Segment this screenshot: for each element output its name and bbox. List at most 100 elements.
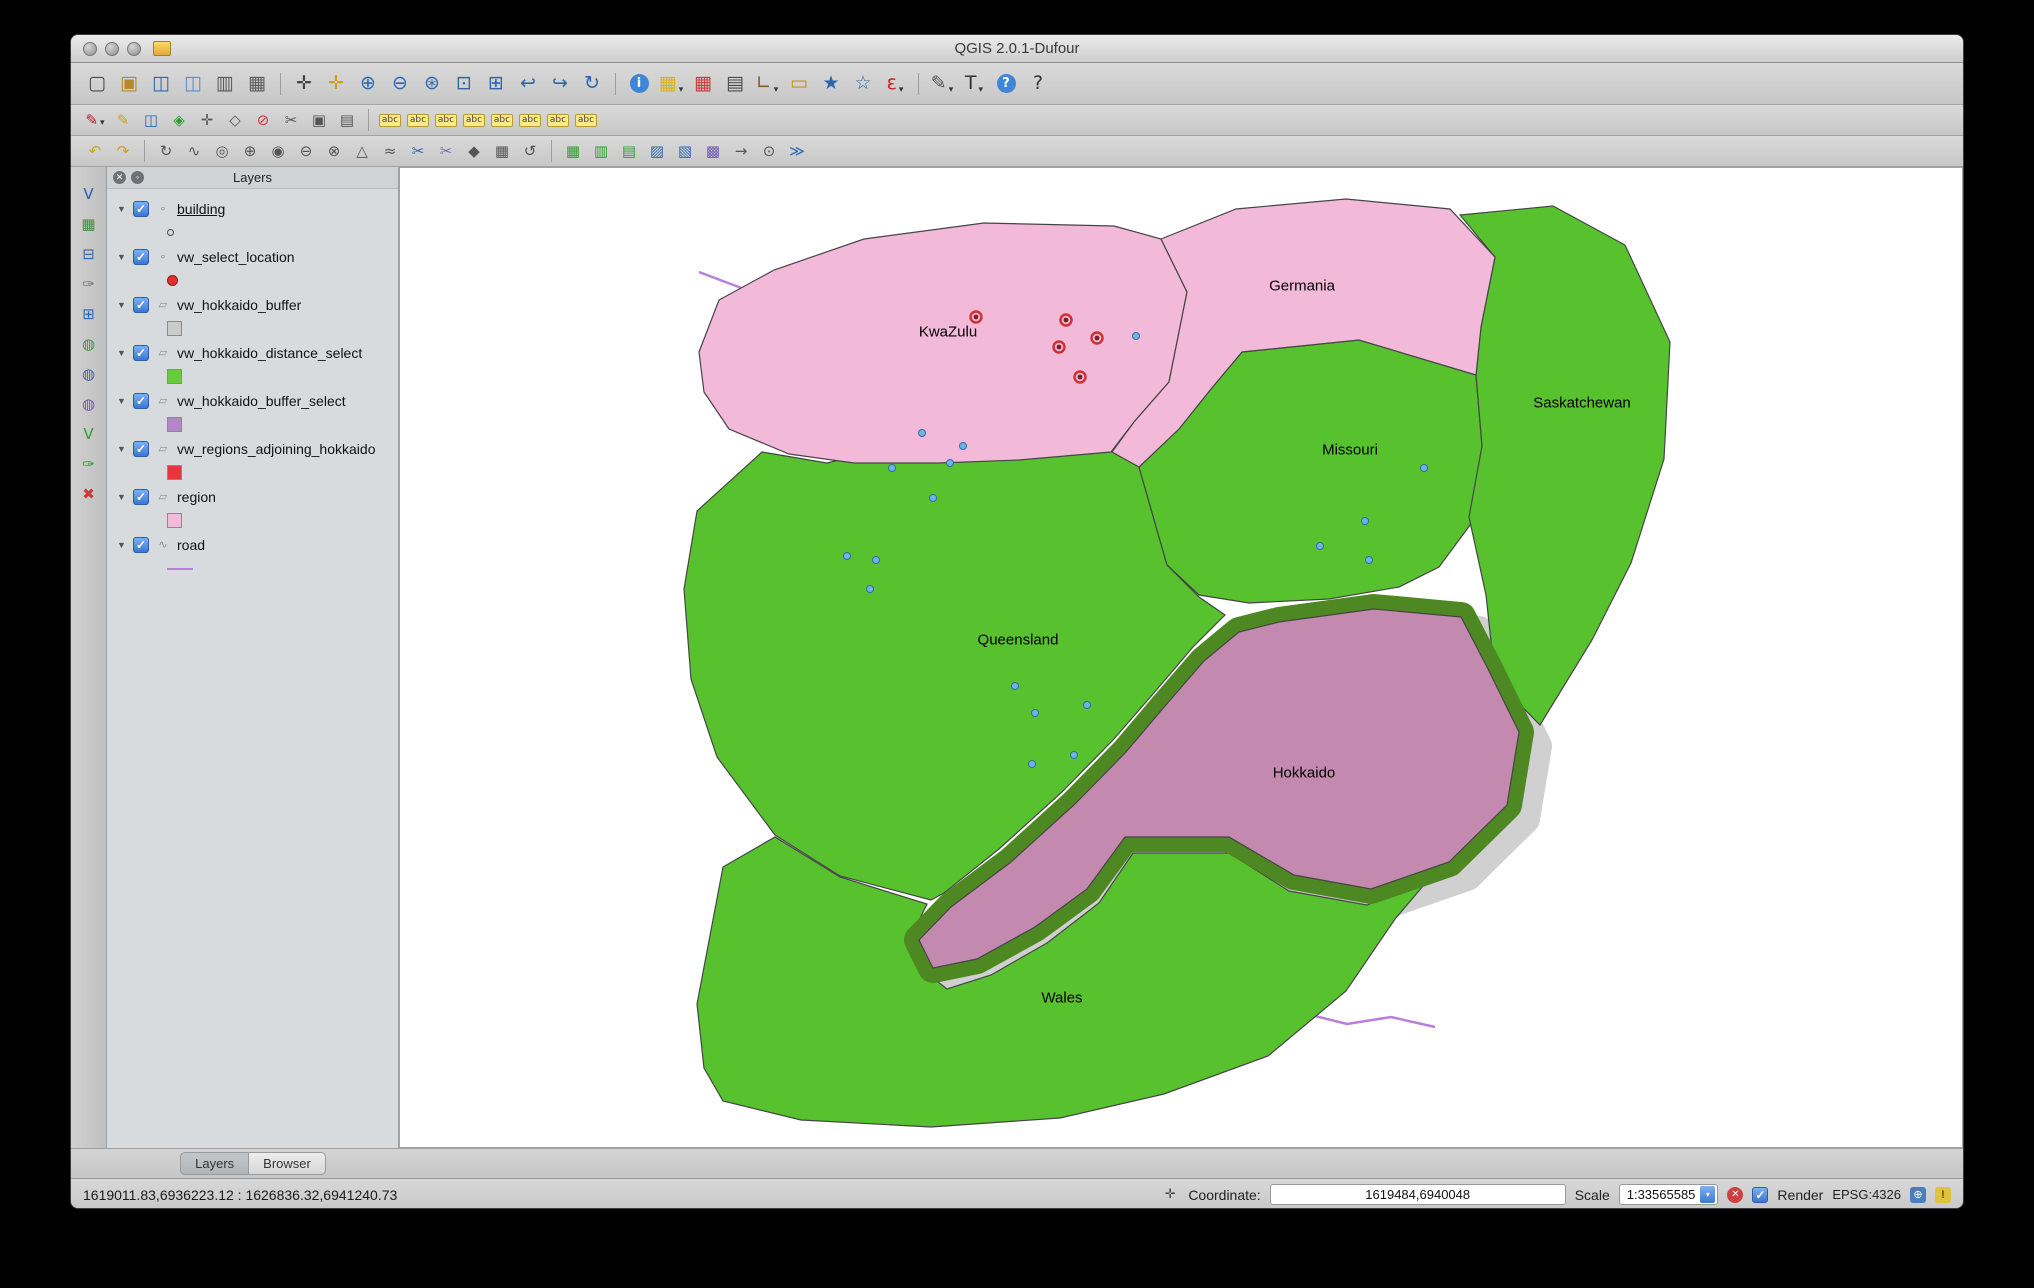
label-move-icon[interactable]: abc — [405, 108, 431, 132]
labeling-icon[interactable]: abc — [377, 108, 403, 132]
render-checkbox[interactable]: ✓ — [1752, 1186, 1769, 1203]
delete-selected-icon[interactable]: ⊘ — [250, 108, 276, 132]
crs-status-icon[interactable]: ⊕ — [1910, 1186, 1926, 1203]
zoom-last-icon[interactable]: ↩ — [513, 69, 543, 99]
new-shapefile-layer-icon[interactable]: V — [75, 421, 103, 447]
layer-visibility-checkbox[interactable]: ✓ — [133, 200, 149, 217]
text-annotation-icon[interactable]: T ▾ — [959, 69, 989, 99]
new-spatialite-layer-icon[interactable]: ✑ — [75, 451, 103, 477]
add-ring-icon[interactable]: ◎ — [209, 139, 235, 163]
layer-visibility-checkbox[interactable]: ✓ — [133, 296, 149, 313]
stop-render-icon[interactable]: ✕ — [1727, 1186, 1744, 1203]
delete-part-icon[interactable]: ⊗ — [321, 139, 347, 163]
zoom-to-selection-icon[interactable]: ⊡ — [449, 69, 479, 99]
layer-visibility-checkbox[interactable]: ✓ — [133, 536, 149, 553]
merge-features-icon[interactable]: ◆ — [461, 139, 487, 163]
label-rotate-icon[interactable]: abc — [433, 108, 459, 132]
disclosure-triangle-icon[interactable]: ▼ — [117, 540, 127, 550]
current-edits-icon[interactable]: ✎ ▾ — [82, 108, 108, 132]
delete-ring-icon[interactable]: ⊖ — [293, 139, 319, 163]
new-bookmark-icon[interactable]: ★ — [816, 69, 846, 99]
composer-manager-icon[interactable]: ▦ — [242, 69, 272, 99]
add-wfs-layer-icon[interactable]: ◍ — [75, 391, 103, 417]
merge-attributes-icon[interactable]: ▦ — [489, 139, 515, 163]
file-new-icon[interactable]: ▢ — [82, 69, 112, 99]
minimize-window-icon[interactable] — [105, 42, 119, 56]
cut-features-icon[interactable]: ✂ — [278, 108, 304, 132]
pan-to-selection-icon[interactable]: ✛ — [321, 69, 351, 99]
label-properties-icon[interactable]: abc — [573, 108, 599, 132]
layer-item-vw_hokkaido_distance_select[interactable]: ▼ ✓ ▱ vw_hokkaido_distance_select — [111, 341, 394, 364]
zoom-full-icon[interactable]: ⊛ — [417, 69, 447, 99]
mouse-position-icon[interactable]: ✛ — [1161, 1186, 1179, 1204]
paste-features-icon[interactable]: ▤ — [334, 108, 360, 132]
add-raster-layer-icon[interactable]: ▦ — [75, 211, 103, 237]
help-icon[interactable]: ? — [991, 69, 1021, 99]
save-project-as-icon[interactable]: ◫ — [178, 69, 208, 99]
add-wms-layer-icon[interactable]: ◍ — [75, 331, 103, 357]
rotate-point-symbols-icon[interactable]: ↺ — [517, 139, 543, 163]
label-preferences-icon[interactable]: abc — [545, 108, 571, 132]
layer-symbol-vw_hokkaido_distance_select[interactable] — [111, 364, 394, 389]
refresh-icon[interactable]: ↻ — [577, 69, 607, 99]
add-part-icon[interactable]: ⊕ — [237, 139, 263, 163]
layer-item-road[interactable]: ▼ ✓ ∿ road — [111, 533, 394, 556]
region-kwazulu[interactable] — [698, 222, 1188, 464]
disclosure-triangle-icon[interactable]: ▼ — [117, 204, 127, 214]
show-bookmarks-icon[interactable]: ☆ — [848, 69, 878, 99]
layer-symbol-building[interactable] — [111, 220, 394, 245]
title-bar[interactable]: QGIS 2.0.1-Dufour — [71, 35, 1963, 63]
python-console-icon[interactable]: ≫ — [784, 139, 810, 163]
whats-this-icon[interactable]: ? — [1023, 69, 1053, 99]
file-open-icon[interactable]: ▣ — [114, 69, 144, 99]
layer-visibility-checkbox[interactable]: ✓ — [133, 344, 149, 361]
labeling-expression-icon[interactable]: ε ▾ — [880, 69, 910, 99]
copy-features-icon[interactable]: ▣ — [306, 108, 332, 132]
maximize-window-icon[interactable] — [127, 42, 141, 56]
raster-stretch-icon[interactable]: ▦ — [560, 139, 586, 163]
save-layer-edits-icon[interactable]: ◫ — [138, 108, 164, 132]
zoom-to-layer-icon[interactable]: ⊞ — [481, 69, 511, 99]
label-pin-icon[interactable]: abc — [461, 108, 487, 132]
map-canvas[interactable]: KwaZulu Germania Missouri Saskatchewan Q… — [399, 167, 1963, 1148]
terrain-analysis-icon[interactable]: ▩ — [700, 139, 726, 163]
zoom-next-icon[interactable]: ↪ — [545, 69, 575, 99]
select-features-icon[interactable]: ▦ ▾ — [656, 69, 686, 99]
layer-item-region[interactable]: ▼ ✓ ▱ region — [111, 485, 394, 508]
label-change-icon[interactable]: abc — [517, 108, 543, 132]
layer-symbol-road[interactable] — [111, 556, 394, 581]
disclosure-triangle-icon[interactable]: ▼ — [117, 396, 127, 406]
zoom-out-icon[interactable]: ⊖ — [385, 69, 415, 99]
layer-symbol-vw_select_location[interactable] — [111, 268, 394, 293]
layer-visibility-checkbox[interactable]: ✓ — [133, 488, 149, 505]
attribute-table-icon[interactable]: ▤ — [720, 69, 750, 99]
simplify-feature-icon[interactable]: ∿ — [181, 139, 207, 163]
remove-layer-icon[interactable]: ✖ — [75, 481, 103, 507]
add-postgis-layer-icon[interactable]: ⊟ — [75, 241, 103, 267]
deselect-features-icon[interactable]: ▦ — [688, 69, 718, 99]
panel-close-icon[interactable]: ✕ — [113, 171, 126, 184]
layer-symbol-vw_regions_adjoining_hokkaido[interactable] — [111, 460, 394, 485]
local-histogram-stretch-icon[interactable]: ▤ — [616, 139, 642, 163]
tab-browser[interactable]: Browser — [249, 1152, 326, 1175]
layer-item-vw_regions_adjoining_hokkaido[interactable]: ▼ ✓ ▱ vw_regions_adjoining_hokkaido — [111, 437, 394, 460]
layer-symbol-vw_hokkaido_buffer[interactable] — [111, 316, 394, 341]
scale-dropdown-icon[interactable]: ▾ — [1700, 1186, 1716, 1203]
measure-icon[interactable]: ∟ ▾ — [752, 69, 782, 99]
add-mssql-layer-icon[interactable]: ⊞ — [75, 301, 103, 327]
move-feature-icon[interactable]: ✛ — [194, 108, 220, 132]
layer-visibility-checkbox[interactable]: ✓ — [133, 392, 149, 409]
redo-icon[interactable]: ↷ — [110, 139, 136, 163]
interpolation-icon[interactable]: ▧ — [672, 139, 698, 163]
layer-item-building[interactable]: ▼ ✓ ∘ building — [111, 197, 394, 220]
spatial-query-icon[interactable]: ⊙ — [756, 139, 782, 163]
scale-combo[interactable]: 1:33565585 ▾ — [1618, 1184, 1719, 1205]
layer-visibility-checkbox[interactable]: ✓ — [133, 248, 149, 265]
road-graph-icon[interactable]: → — [728, 139, 754, 163]
zoom-in-icon[interactable]: ⊕ — [353, 69, 383, 99]
add-feature-icon[interactable]: ◈ — [166, 108, 192, 132]
offset-curve-icon[interactable]: ≈ — [377, 139, 403, 163]
label-show-hide-icon[interactable]: abc — [489, 108, 515, 132]
split-parts-icon[interactable]: ✂ — [433, 139, 459, 163]
tab-layers[interactable]: Layers — [180, 1152, 250, 1175]
